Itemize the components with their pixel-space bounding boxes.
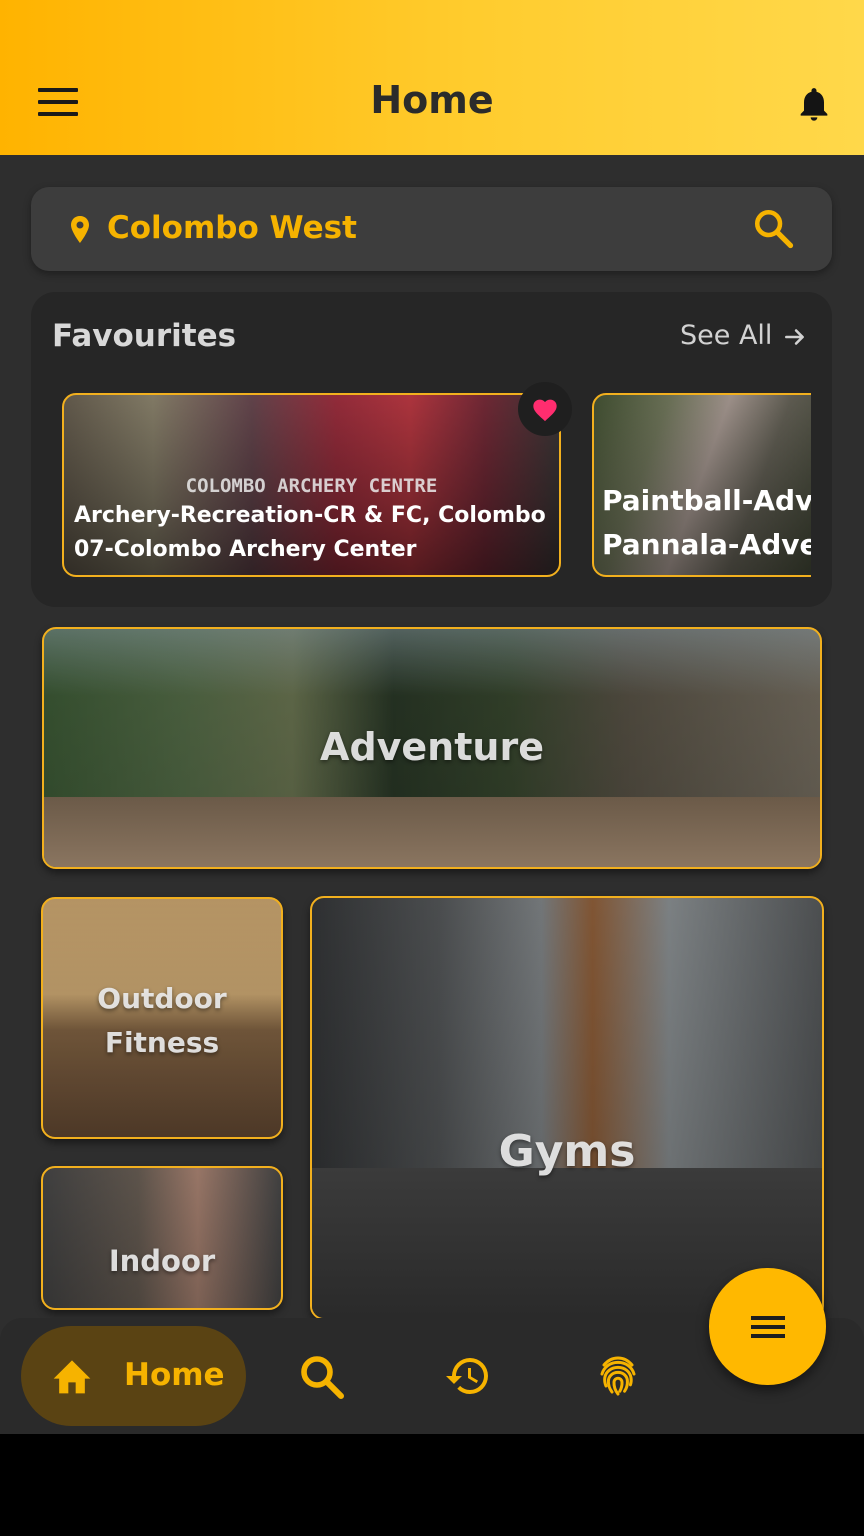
nav-home-label: Home xyxy=(124,1357,225,1393)
favourites-title: Favourites xyxy=(52,318,237,354)
page-title: Home xyxy=(370,78,494,122)
favourites-carousel[interactable]: COLOMBO ARCHERY CENTRE Archery-Recreatio… xyxy=(62,393,811,577)
heart-icon xyxy=(533,399,557,422)
category-label: Outdoor Fitness xyxy=(97,982,227,1059)
category-tile-outdoor-fitness[interactable]: Outdoor Fitness xyxy=(41,897,283,1139)
category-tile-adventure[interactable]: Adventure xyxy=(42,627,822,869)
favourite-card-paintball[interactable]: Paintball-Adv Pannala-Adve xyxy=(592,393,811,577)
favourite-toggle-button[interactable] xyxy=(518,382,572,436)
favourite-card-title: Archery-Recreation-CR & FC, Colombo 07-C… xyxy=(74,503,546,562)
notification-bell-icon[interactable] xyxy=(794,82,834,126)
see-all-link[interactable]: See All xyxy=(680,320,772,351)
app-header: Home xyxy=(0,0,864,155)
nav-history-icon[interactable] xyxy=(444,1352,492,1400)
app-screen: Home Colombo West Favourites See All COL… xyxy=(0,0,864,1434)
menu-fab-button[interactable] xyxy=(709,1268,826,1385)
nav-fingerprint-icon[interactable] xyxy=(594,1352,642,1400)
home-icon xyxy=(53,1360,91,1394)
location-text: Colombo West xyxy=(107,210,357,246)
arrow-right-icon[interactable] xyxy=(782,324,808,350)
tile-image-ground xyxy=(44,797,820,867)
search-icon[interactable] xyxy=(752,207,794,249)
category-tile-gyms[interactable]: Gyms xyxy=(310,896,824,1320)
card-image-watermark: COLOMBO ARCHERY CENTRE xyxy=(185,475,438,497)
nav-search-icon[interactable] xyxy=(298,1353,346,1401)
category-tile-indoor[interactable]: Indoor xyxy=(41,1166,283,1310)
category-label: Indoor xyxy=(108,1244,216,1278)
favourite-card-title: Paintball-Adv Pannala-Adve xyxy=(602,484,811,561)
category-label: Adventure xyxy=(320,725,544,769)
location-pin-icon xyxy=(71,216,89,243)
category-label: Gyms xyxy=(498,1126,636,1177)
favourite-card-archery[interactable]: COLOMBO ARCHERY CENTRE Archery-Recreatio… xyxy=(62,393,561,577)
